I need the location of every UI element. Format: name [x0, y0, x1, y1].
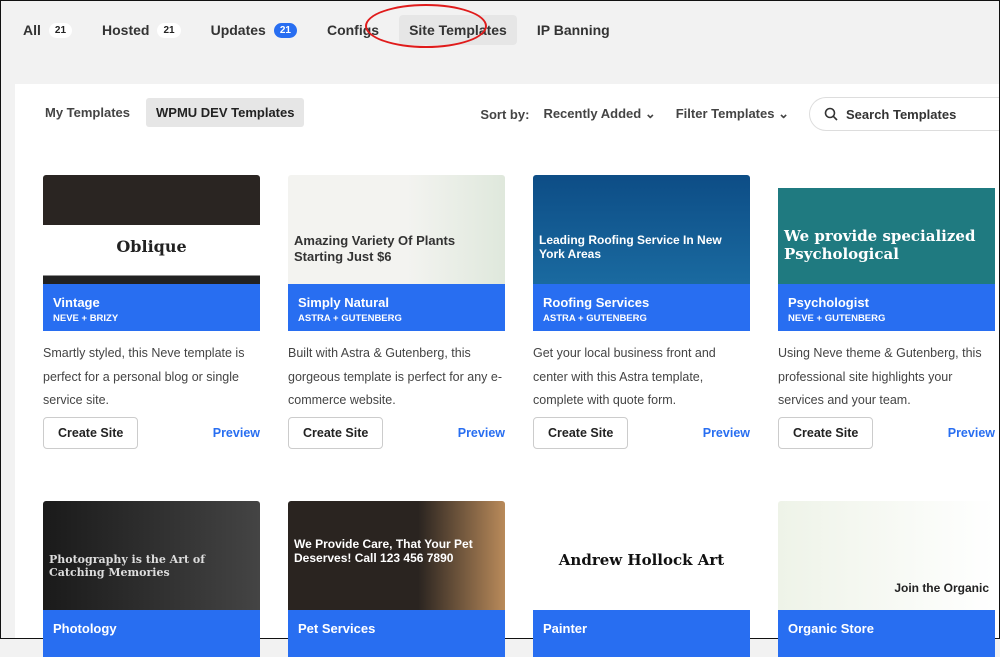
thumbnail-headline: Andrew Hollock Art — [558, 551, 725, 569]
tab-my-templates[interactable]: My Templates — [35, 98, 140, 127]
create-site-button[interactable]: Create Site — [533, 417, 629, 449]
count-badge: 21 — [273, 22, 297, 38]
count-badge: 21 — [48, 22, 73, 38]
template-thumbnail[interactable]: Photography is the Art of Catching Memor… — [43, 501, 260, 610]
template-title-band: Photology — [43, 610, 260, 657]
sort-dropdown[interactable]: Recently Added ⌄ — [543, 106, 655, 122]
thumbnail-headline: Leading Roofing Service In New York Area… — [539, 233, 722, 262]
thumbnail-headline: We provide specialized Psychological — [784, 227, 976, 263]
template-controls: Sort by: Recently Added ⌄ Filter Templat… — [480, 97, 999, 131]
highlight-circle — [365, 4, 487, 48]
filter-dropdown[interactable]: Filter Templates ⌄ — [676, 106, 789, 122]
preview-link[interactable]: Preview — [948, 426, 995, 440]
tab-label: Updates — [210, 22, 266, 38]
template-description: Get your local business front and center… — [533, 346, 716, 407]
tab-label: All — [23, 22, 41, 38]
template-name: Organic Store — [788, 621, 874, 636]
preview-link[interactable]: Preview — [458, 426, 505, 440]
template-stack: NEVE + BRIZY — [53, 313, 119, 324]
template-stack: ASTRA + GUTENBERG — [543, 313, 647, 324]
tab-all[interactable]: All 21 — [23, 19, 73, 41]
template-source-tabs: My Templates WPMU DEV Templates — [35, 98, 310, 127]
tab-label: IP Banning — [536, 22, 610, 38]
template-name: Pet Services — [298, 621, 376, 636]
thumbnail-headline: Photography is the Art of Catching Memor… — [49, 553, 205, 580]
filter-label: Filter Templates — [675, 106, 775, 121]
template-name: Painter — [543, 621, 588, 636]
create-site-button[interactable]: Create Site — [43, 417, 139, 449]
thumbnail-headline: Join the Organic — [894, 581, 989, 595]
tab-wpmu-dev-templates[interactable]: WPMU DEV Templates — [146, 98, 305, 127]
sort-value: Recently Added — [543, 106, 642, 121]
template-name: Psychologist — [788, 295, 869, 310]
template-card[interactable]: Amazing Variety Of Plants Starting Just … — [288, 175, 505, 449]
create-site-button[interactable]: Create Site — [778, 417, 874, 449]
chevron-down-icon: ⌄ — [644, 106, 656, 121]
template-name: Vintage — [53, 295, 100, 310]
template-thumbnail[interactable]: We Provide Care, That Your Pet Deserves!… — [288, 501, 505, 610]
template-thumbnail[interactable]: Leading Roofing Service In New York Area… — [533, 175, 750, 284]
template-description: Smartly styled, this Neve template is pe… — [43, 346, 245, 407]
template-thumbnail[interactable]: Amazing Variety Of Plants Starting Just … — [288, 175, 505, 284]
template-name: Simply Natural — [298, 295, 390, 310]
thumbnail-headline: We Provide Care, That Your Pet Deserves!… — [294, 537, 473, 566]
template-card[interactable]: Andrew Hollock Art Painter — [533, 501, 750, 657]
thumbnail-headline: Amazing Variety Of Plants Starting Just … — [294, 233, 456, 264]
thumbnail-headline: Oblique — [116, 237, 187, 256]
tab-ip-banning[interactable]: IP Banning — [537, 19, 610, 41]
template-stack: NEVE + GUTENBERG — [788, 313, 886, 324]
template-title-band: Roofing Services ASTRA + GUTENBERG — [533, 284, 750, 331]
chevron-down-icon: ⌄ — [778, 106, 789, 121]
template-title-band: Pet Services — [288, 610, 505, 657]
template-description: Using Neve theme & Gutenberg, this profe… — [778, 346, 982, 407]
tab-hosted[interactable]: Hosted 21 — [102, 19, 181, 41]
preview-link[interactable]: Preview — [213, 426, 260, 440]
search-input[interactable]: Search Templates — [809, 97, 999, 131]
count-badge: 21 — [157, 22, 181, 38]
template-name: Roofing Services — [543, 295, 650, 310]
template-card[interactable]: Oblique Vintage NEVE + BRIZY Smartly style… — [43, 175, 260, 449]
template-title-band: Vintage NEVE + BRIZY — [43, 284, 260, 331]
template-title-band: Painter — [533, 610, 750, 657]
template-description: Built with Astra & Gutenberg, this gorge… — [288, 346, 503, 407]
top-tabs: All 21 Hosted 21 Updates 21 Configs Site Te… — [23, 15, 640, 45]
template-card[interactable]: We provide specialized Psychological Psy… — [778, 175, 995, 449]
create-site-button[interactable]: Create Site — [288, 417, 384, 449]
template-thumbnail[interactable]: Andrew Hollock Art — [533, 501, 750, 610]
template-card[interactable]: Leading Roofing Service In New York Area… — [533, 175, 750, 449]
template-title-band: Simply Natural ASTRA + GUTENBERG — [288, 284, 505, 331]
template-thumbnail[interactable]: Oblique — [43, 175, 260, 284]
search-placeholder: Search Templates — [846, 106, 957, 122]
template-name: Photology — [53, 621, 117, 636]
template-title-band: Psychologist NEVE + GUTENBERG — [778, 284, 995, 331]
preview-link[interactable]: Preview — [703, 426, 750, 440]
template-card[interactable]: Join the Organic Organic Store — [778, 501, 995, 657]
template-thumbnail[interactable]: We provide specialized Psychological — [778, 175, 995, 284]
tab-updates[interactable]: Updates 21 — [211, 19, 297, 41]
search-icon — [824, 107, 838, 121]
template-card[interactable]: Photography is the Art of Catching Memor… — [43, 501, 260, 657]
template-title-band: Organic Store — [778, 610, 995, 657]
tab-label: Hosted — [102, 22, 150, 38]
sort-label: Sort by: — [480, 106, 530, 122]
template-stack: ASTRA + GUTENBERG — [298, 313, 402, 324]
template-card[interactable]: We Provide Care, That Your Pet Deserves!… — [288, 501, 505, 657]
template-thumbnail[interactable]: Join the Organic — [778, 501, 995, 610]
